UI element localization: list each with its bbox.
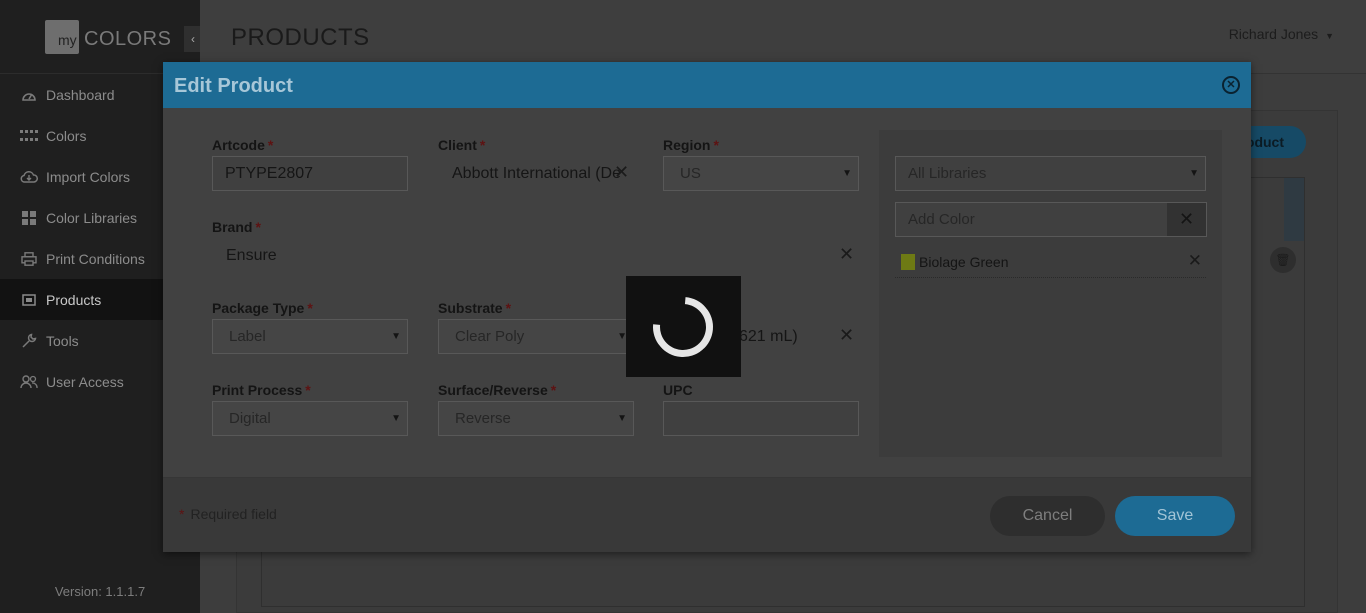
upc-input[interactable] — [663, 401, 859, 436]
upc-label: UPC — [663, 382, 693, 398]
sidebar-item-label: Products — [46, 291, 102, 308]
client-select[interactable]: Abbott International (De — [452, 165, 624, 183]
cancel-button[interactable]: Cancel — [990, 496, 1105, 536]
artcode-input[interactable]: PTYPE2807 — [212, 156, 408, 191]
page-title: PRODUCTS — [231, 24, 370, 51]
select-arrow-icon: ▼ — [391, 413, 401, 424]
client-label: Client * — [438, 137, 486, 153]
printer-icon — [20, 251, 38, 267]
colors-grid-icon — [20, 128, 38, 144]
surface-reverse-select[interactable]: Reverse ▼ — [438, 401, 634, 436]
wrench-icon — [20, 333, 38, 349]
client-clear-icon[interactable]: ✕ — [614, 162, 629, 183]
substrate-value: Clear Poly — [455, 328, 525, 345]
dashboard-icon — [20, 87, 38, 103]
add-color-clear-icon[interactable]: ✕ — [1167, 202, 1207, 237]
users-icon — [20, 374, 38, 390]
color-name: Biolage Green — [919, 254, 1009, 270]
print-process-select[interactable]: Digital ▼ — [212, 401, 408, 436]
sidebar-item-label: Tools — [46, 332, 79, 349]
cloud-import-icon — [20, 169, 38, 185]
substrate-select[interactable]: Clear Poly ▼ — [438, 319, 634, 354]
logo-text-my: my — [58, 32, 77, 48]
sidebar-item-label: Color Libraries — [46, 209, 138, 226]
modal-footer: * Required field Cancel Save — [163, 477, 1251, 552]
remove-color-icon[interactable]: ✕ — [1188, 251, 1202, 271]
library-select-value: All Libraries — [908, 165, 987, 182]
region-select[interactable]: US ▼ — [663, 156, 859, 191]
size-clear-icon[interactable]: ✕ — [839, 325, 854, 346]
color-list-item: Biolage Green ✕ — [895, 248, 1206, 278]
color-swatch — [901, 254, 915, 270]
sidebar-item-label: Colors — [46, 127, 87, 144]
libraries-grid-icon — [20, 210, 38, 226]
loading-spinner — [626, 276, 741, 377]
library-select[interactable]: All Libraries ▼ — [895, 156, 1206, 191]
select-arrow-icon: ▼ — [617, 413, 627, 424]
modal-header: Edit Product ✕ — [163, 62, 1251, 108]
package-type-label: Package Type * — [212, 300, 313, 316]
color-panel: All Libraries ▼ Add Color ✕ Biolage Gree… — [879, 130, 1222, 457]
table-header-cell — [1284, 178, 1304, 241]
select-arrow-icon: ▼ — [391, 331, 401, 342]
delete-row-icon[interactable]: 🗑 — [1270, 247, 1296, 273]
sidebar-item-label: Dashboard — [46, 86, 115, 103]
add-color-input[interactable]: Add Color — [895, 202, 1168, 237]
select-arrow-icon: ▼ — [1189, 168, 1199, 179]
print-process-value: Digital — [229, 410, 271, 427]
print-process-label: Print Process * — [212, 382, 311, 398]
brand-label: Brand * — [212, 219, 261, 235]
sidebar-item-label: Print Conditions — [46, 250, 145, 267]
spinner-icon — [640, 284, 726, 370]
products-icon — [20, 292, 38, 308]
region-value: US — [680, 165, 701, 182]
sidebar-item-label: User Access — [46, 373, 124, 390]
user-name: Richard Jones — [1228, 26, 1319, 42]
required-field-note: * Required field — [179, 506, 277, 522]
save-button[interactable]: Save — [1115, 496, 1235, 536]
artcode-label: Artcode * — [212, 137, 274, 153]
region-label: Region * — [663, 137, 719, 153]
modal-title: Edit Product — [174, 75, 293, 97]
brand-select[interactable]: Ensure — [226, 247, 277, 265]
user-menu[interactable]: Richard Jones ▼ — [1229, 26, 1334, 42]
surface-reverse-label: Surface/Reverse * — [438, 382, 557, 398]
caret-down-icon: ▼ — [1325, 31, 1334, 41]
package-type-select[interactable]: Label ▼ — [212, 319, 408, 354]
select-arrow-icon: ▼ — [842, 168, 852, 179]
logo-text-colors: COLORS — [84, 28, 172, 50]
sidebar-item-label: Import Colors — [46, 168, 131, 185]
brand-clear-icon[interactable]: ✕ — [839, 244, 854, 265]
substrate-label: Substrate * — [438, 300, 512, 316]
close-icon[interactable]: ✕ — [1222, 76, 1240, 94]
package-type-value: Label — [229, 328, 266, 345]
version-label: Version: 1.1.1.7 — [54, 584, 146, 599]
surface-reverse-value: Reverse — [455, 410, 511, 427]
size-select[interactable]: 621 mL) — [739, 328, 798, 346]
